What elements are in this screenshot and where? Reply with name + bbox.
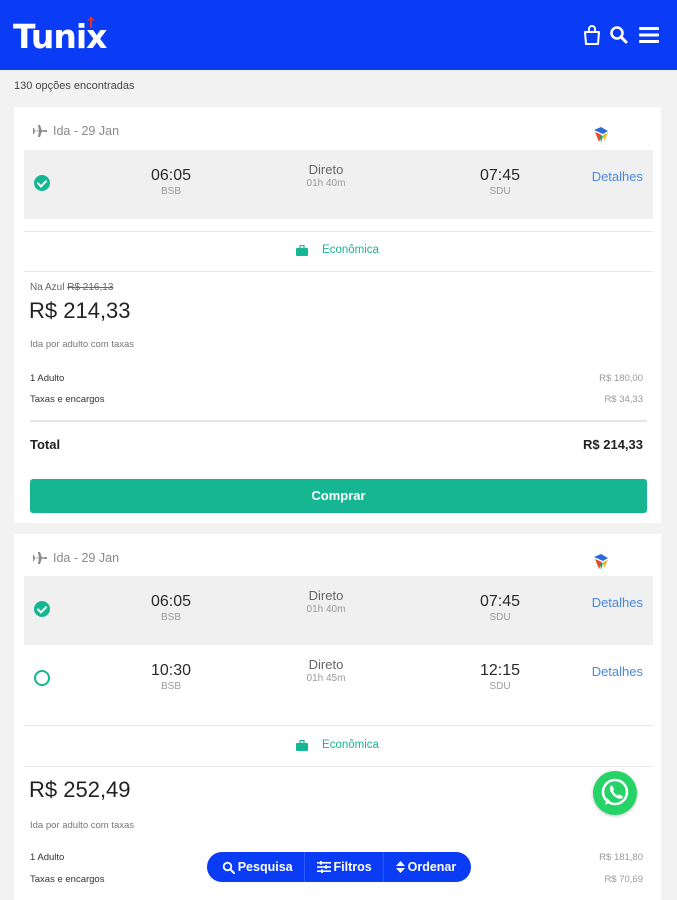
offer-card: Ida - 29 Jan 06:05 BSB Direto 01h 40m 07… — [14, 107, 661, 523]
total-divider — [30, 420, 647, 422]
breakdown-value: R$ 70,69 — [604, 874, 643, 885]
airline-logo-icon — [594, 554, 608, 570]
departure-airport: BSB — [160, 186, 181, 197]
stops-label: Direto — [308, 162, 344, 177]
arrival: 12:15 SDU — [460, 662, 540, 693]
arrival-airport: SDU — [489, 681, 511, 692]
flight-option[interactable]: 10:30 BSB Direto 01h 45m 12:15 SDU Detal… — [24, 645, 653, 714]
cabin-class: Econômica — [14, 739, 661, 751]
flight-stops: Direto 01h 40m — [286, 588, 366, 616]
sliders-icon — [316, 861, 331, 873]
flight-stops: Direto 01h 40m — [286, 162, 366, 190]
divider — [24, 271, 653, 272]
flight-stops: Direto 01h 45m — [286, 657, 366, 685]
arrival-time: 07:45 — [479, 167, 521, 184]
breakdown-label: 1 Adulto — [30, 373, 65, 384]
cabin-label: Econômica — [322, 739, 379, 751]
old-price-value: R$ 216,13 — [67, 282, 114, 293]
price-note: Ida por adulto com taxas — [30, 339, 135, 350]
old-price: Na Azul R$ 216,13 — [30, 282, 113, 293]
segment-label: Ida - 29 Jan — [53, 551, 120, 565]
flight-duration: 01h 45m — [306, 673, 346, 684]
sort-tab-label: Ordenar — [407, 860, 457, 874]
sort-icon — [395, 861, 405, 873]
divider — [24, 725, 653, 726]
flight-option[interactable]: 06:05 BSB Direto 01h 40m 07:45 SDU Detal… — [24, 576, 653, 645]
cabin-class: Econômica — [14, 244, 661, 256]
cabin-label: Econômica — [322, 244, 379, 256]
separator — [304, 852, 306, 882]
search-tab[interactable]: Pesquisa — [216, 852, 299, 882]
departure-airport: BSB — [160, 681, 181, 692]
segment-header: Ida - 29 Jan — [32, 551, 119, 565]
filters-tab-label: Filtros — [333, 860, 372, 874]
details-link[interactable]: Detalhes — [592, 664, 643, 679]
results-count: 130 opções encontradas — [14, 80, 135, 92]
breakdown-label: Taxas e encargos — [30, 394, 105, 405]
airplane-icon — [32, 552, 47, 564]
filters-tab[interactable]: Filtros — [311, 852, 378, 882]
sort-tab[interactable]: Ordenar — [390, 852, 463, 882]
departure-time: 06:05 — [150, 593, 192, 610]
buy-button[interactable]: Comprar — [30, 479, 647, 513]
price-note: Ida por adulto com taxas — [30, 820, 135, 831]
suitcase-icon — [296, 739, 309, 751]
arrival-time: 12:15 — [479, 662, 521, 679]
segment-header: Ida - 29 Jan — [32, 124, 119, 138]
breakdown-value: R$ 181,80 — [599, 852, 643, 863]
menu-icon[interactable] — [638, 24, 660, 46]
bottom-action-bar: Pesquisa Filtros Ordenar — [207, 852, 471, 882]
total-value: R$ 214,33 — [583, 437, 643, 452]
airline-logo-icon — [594, 127, 608, 143]
offer-price: R$ 252,49 — [29, 777, 131, 802]
flight-option[interactable]: 06:05 BSB Direto 01h 40m 07:45 SDU Detal… — [24, 150, 653, 219]
departure: 06:05 BSB — [131, 593, 211, 624]
arrival-time: 07:45 — [479, 593, 521, 610]
logo-accent-icon — [87, 16, 95, 28]
departure-time: 06:05 — [150, 167, 192, 184]
arrival-airport: SDU — [489, 186, 511, 197]
unselected-radio[interactable] — [34, 670, 50, 686]
details-link[interactable]: Detalhes — [592, 595, 643, 610]
flight-duration: 01h 40m — [306, 178, 346, 189]
separator — [383, 852, 385, 882]
departure: 06:05 BSB — [131, 167, 211, 198]
search-tab-label: Pesquisa — [237, 860, 293, 874]
whatsapp-button[interactable] — [593, 771, 637, 815]
departure-time: 10:30 — [150, 662, 192, 679]
details-link[interactable]: Detalhes — [592, 169, 643, 184]
search-icon[interactable] — [608, 24, 630, 46]
top-app-bar: Tunix — [0, 0, 677, 70]
stops-label: Direto — [308, 588, 344, 603]
selected-radio[interactable] — [34, 601, 50, 617]
departure: 10:30 BSB — [131, 662, 211, 693]
breakdown-value: R$ 180,00 — [599, 373, 643, 384]
whatsapp-icon — [601, 778, 629, 806]
total-label: Total — [30, 437, 61, 452]
divider — [24, 231, 653, 232]
arrival: 07:45 SDU — [460, 167, 540, 198]
arrival: 07:45 SDU — [460, 593, 540, 624]
departure-airport: BSB — [160, 612, 181, 623]
breakdown-value: R$ 34,33 — [604, 394, 643, 405]
flight-duration: 01h 40m — [306, 604, 346, 615]
search-icon — [222, 861, 235, 874]
stops-label: Direto — [308, 657, 344, 672]
selected-radio[interactable] — [34, 175, 50, 191]
old-price-label: Na Azul — [30, 282, 65, 293]
offer-price: R$ 214,33 — [29, 298, 131, 323]
suitcase-icon — [296, 244, 309, 256]
airplane-icon — [32, 125, 47, 137]
divider — [24, 766, 653, 767]
breakdown-label: Taxas e encargos — [30, 874, 105, 885]
breakdown-label: 1 Adulto — [30, 852, 65, 863]
segment-label: Ida - 29 Jan — [53, 124, 120, 138]
bag-icon[interactable] — [581, 24, 603, 46]
offer-card: Ida - 29 Jan 06:05 BSB Direto 01h 40m 07… — [14, 534, 661, 900]
arrival-airport: SDU — [489, 612, 511, 623]
